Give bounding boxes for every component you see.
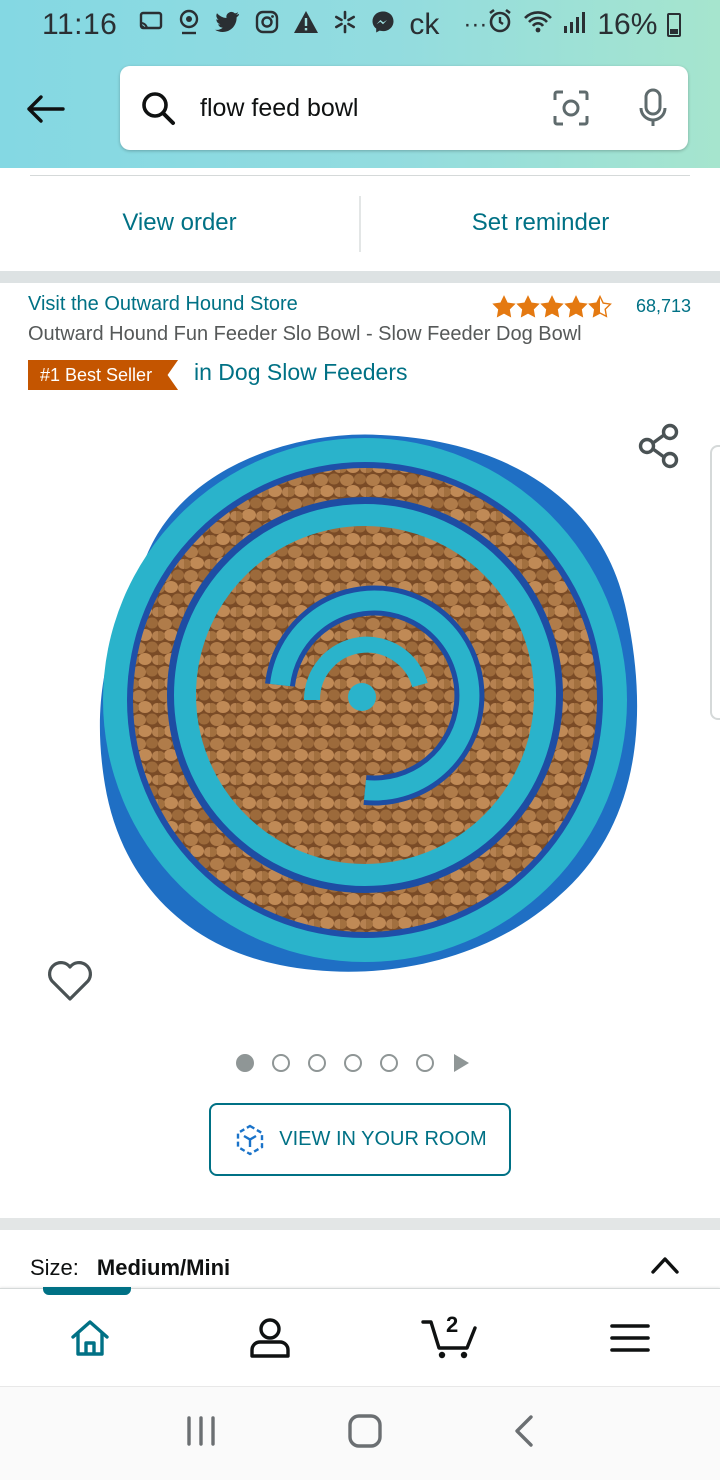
image-carousel-dots (236, 1054, 469, 1072)
twitter-icon (215, 11, 241, 40)
play-video-icon[interactable] (454, 1054, 469, 1072)
carousel-dot[interactable] (272, 1054, 290, 1072)
cart-count-badge: 2 (446, 1312, 459, 1337)
share-icon (638, 423, 679, 469)
overflow-dots: ··· (463, 11, 488, 38)
battery-icon (667, 13, 682, 37)
webcam-icon (177, 9, 201, 42)
hamburger-menu-icon (610, 1323, 650, 1352)
carrier-text: ck (409, 8, 440, 41)
star-rating-icon (493, 295, 612, 318)
search-bar[interactable]: flow feed bowl (120, 66, 688, 150)
recent-apps-button[interactable] (184, 1414, 218, 1453)
product-image[interactable] (80, 425, 640, 985)
walmart-spark-icon (333, 10, 357, 41)
back-button[interactable] (24, 88, 66, 130)
camera-search-icon[interactable] (552, 89, 590, 127)
size-collapse-button[interactable] (650, 1254, 680, 1281)
review-count[interactable]: 68,713 (636, 296, 691, 317)
header: 11:16 ck ··· 16% flow feed bowl (0, 0, 720, 168)
heart-icon (48, 961, 92, 1001)
product-title: Outward Hound Fun Feeder Slo Bowl - Slow… (28, 323, 582, 345)
status-bar: 11:16 ck ··· 16% (0, 0, 720, 50)
nav-account[interactable] (180, 1289, 360, 1386)
side-drawer-handle[interactable] (710, 445, 720, 720)
chevron-left-icon (514, 1415, 533, 1447)
set-reminder-button[interactable]: Set reminder (361, 190, 720, 256)
rating-stars[interactable] (492, 295, 612, 319)
share-button[interactable] (636, 422, 682, 475)
size-value: Medium/Mini (96, 1255, 231, 1280)
bottom-nav (0, 1287, 720, 1386)
carousel-dot[interactable] (308, 1054, 326, 1072)
nav-menu[interactable] (540, 1289, 720, 1386)
ar-cube-icon (237, 1124, 264, 1155)
section-divider (0, 271, 720, 283)
carousel-dot[interactable] (344, 1054, 362, 1072)
wifi-icon (523, 8, 553, 42)
size-selector[interactable]: Size: Medium/Mini (30, 1255, 690, 1281)
warning-icon (293, 10, 319, 41)
status-time: 11:16 (42, 8, 118, 41)
signal-icon (563, 8, 587, 42)
divider (30, 175, 690, 176)
store-link[interactable]: Visit the Outward Hound Store (28, 293, 298, 316)
chevron-up-icon (651, 1257, 679, 1274)
recent-apps-icon (187, 1416, 216, 1446)
view-order-button[interactable]: View order (0, 190, 359, 256)
carousel-dot[interactable] (380, 1054, 398, 1072)
home-icon (71, 1319, 109, 1356)
back-system-button[interactable] (512, 1414, 536, 1453)
view-in-room-button[interactable]: VIEW IN YOUR ROOM (209, 1103, 511, 1176)
carousel-dot[interactable] (236, 1054, 254, 1072)
instagram-icon (255, 10, 279, 41)
wishlist-button[interactable] (46, 958, 94, 1007)
slow-feeder-bowl-image (99, 434, 638, 972)
search-input[interactable]: flow feed bowl (200, 94, 552, 123)
amazon-product-page: 11:16 ck ··· 16% flow feed bowl View ord… (0, 0, 720, 1480)
person-icon (250, 1317, 290, 1358)
alarm-icon (487, 8, 513, 42)
nav-home[interactable] (0, 1289, 180, 1386)
battery-percent: 16% (597, 8, 658, 41)
section-divider (0, 1218, 720, 1230)
cast-icon (139, 11, 163, 40)
carousel-dot[interactable] (416, 1054, 434, 1072)
microphone-icon[interactable] (638, 88, 668, 128)
notification-icons: ck ··· (139, 8, 487, 42)
home-button[interactable] (347, 1413, 383, 1454)
back-arrow-icon (27, 95, 65, 123)
messenger-icon (371, 10, 395, 41)
best-seller-badge: #1 Best Seller (28, 360, 179, 390)
android-navigation-bar (0, 1386, 720, 1480)
home-square-icon (348, 1414, 382, 1448)
system-status: 16% (487, 8, 682, 42)
order-actions: View order Set reminder (0, 190, 720, 256)
view-in-room-label: VIEW IN YOUR ROOM (279, 1128, 487, 1150)
search-icon (142, 92, 175, 125)
best-seller-category-link[interactable]: in Dog Slow Feeders (194, 359, 408, 386)
size-label: Size: (30, 1255, 79, 1280)
